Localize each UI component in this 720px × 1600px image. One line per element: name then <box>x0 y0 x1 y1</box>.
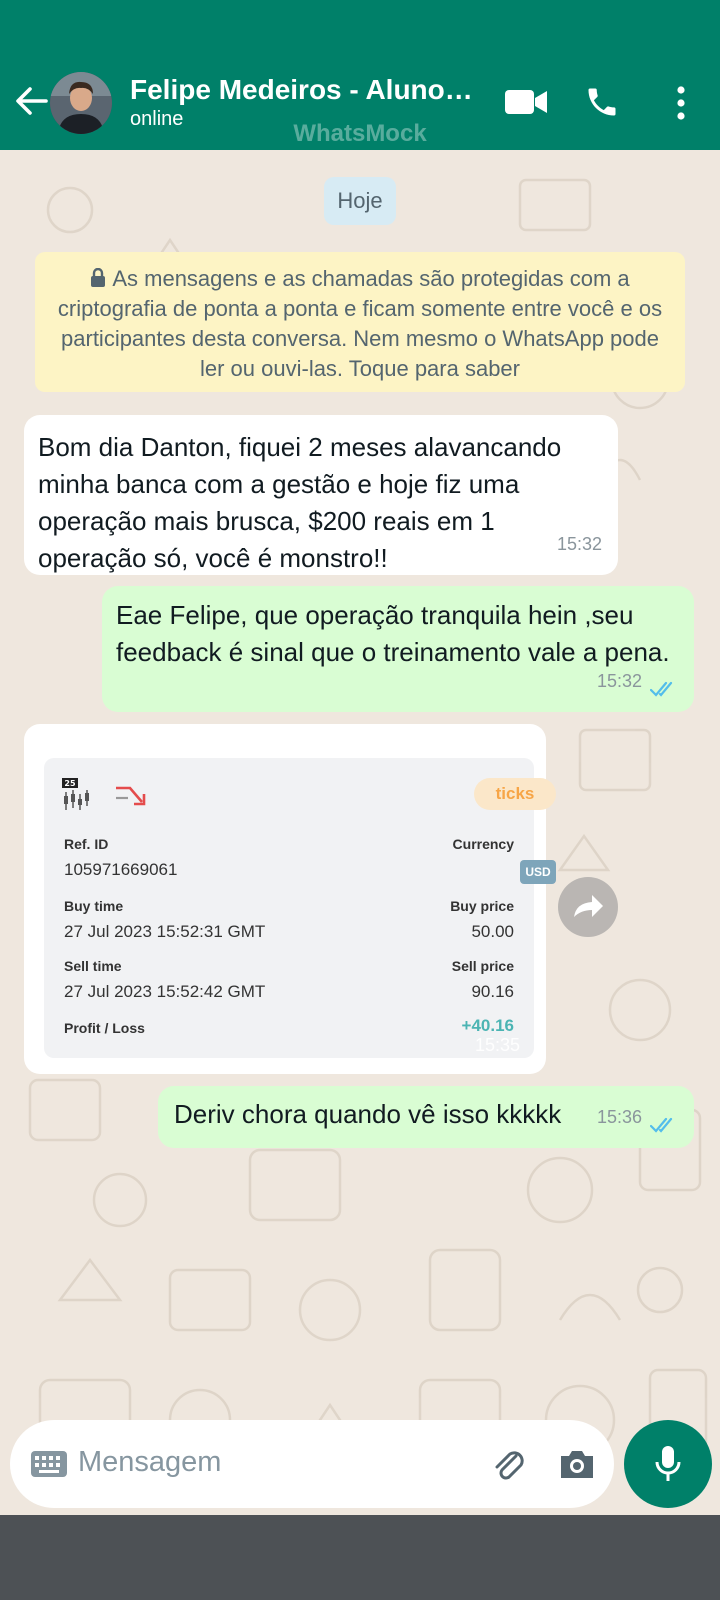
message-time: 15:32 <box>596 671 642 691</box>
phone-icon[interactable] <box>584 83 620 121</box>
camera-icon[interactable] <box>558 1446 596 1482</box>
mic-icon <box>655 1446 681 1481</box>
currency-badge: USD <box>520 860 556 884</box>
sell-time-label: Sell time <box>64 958 122 974</box>
message-bubble-incoming[interactable]: Bom dia Danton, fiquei 2 meses alavancan… <box>24 415 618 575</box>
watermark: WhatsMock <box>293 120 427 147</box>
contract-type-badge: ticks <box>474 778 556 810</box>
sell-price-value: 90.16 <box>471 982 514 1001</box>
encryption-notice[interactable]: As mensagens e as chamadas são protegida… <box>35 252 685 392</box>
chat-area[interactable]: Hoje As mensagens e as chamadas são prot… <box>0 150 720 1515</box>
chart-badge: 25 <box>64 779 76 788</box>
ref-id-value: 105971669061 <box>64 860 178 879</box>
profit-loss-value: +40.16 <box>461 1016 514 1035</box>
read-receipt-icon <box>650 681 673 697</box>
message-time: 15:36 <box>596 1107 642 1127</box>
system-navigation-bar <box>0 1515 720 1600</box>
contact-name[interactable]: Felipe Medeiros - Aluno… <box>130 74 475 106</box>
buy-price-label: Buy price <box>450 898 514 914</box>
ref-id-label: Ref. ID <box>64 836 109 852</box>
forward-icon <box>574 895 603 917</box>
buy-time-value: 27 Jul 2023 15:52:31 GMT <box>64 922 266 941</box>
message-composer[interactable]: Mensagem <box>10 1420 614 1508</box>
forward-button[interactable] <box>558 877 618 937</box>
chat-header: Felipe Medeiros - Aluno… online WhatsMoc… <box>0 0 720 150</box>
read-receipt-icon <box>650 1117 673 1133</box>
more-options-icon[interactable] <box>672 84 690 122</box>
keyboard-icon[interactable] <box>30 1450 68 1478</box>
date-chip: Hoje <box>324 177 396 225</box>
back-arrow-icon[interactable] <box>14 86 48 116</box>
video-call-icon[interactable] <box>504 86 548 118</box>
message-input[interactable]: Mensagem <box>78 1446 221 1479</box>
message-time: 15:32 <box>556 534 602 554</box>
attach-icon[interactable] <box>488 1444 528 1484</box>
image-time: 15:35 <box>474 1035 520 1055</box>
trade-receipt-image[interactable]: 25 ticks Ref. ID 105971669061 Currency U… <box>44 758 556 1058</box>
lock-icon <box>91 267 106 287</box>
message-text: Bom dia Danton, fiquei 2 meses alavancan… <box>38 432 562 573</box>
currency-label: Currency <box>452 836 514 852</box>
message-bubble-outgoing[interactable]: Eae Felipe, que operação tranquila hein … <box>102 586 694 712</box>
buy-price-value: 50.00 <box>471 922 514 941</box>
buy-time-label: Buy time <box>64 898 124 914</box>
message-text: Eae Felipe, que operação tranquila hein … <box>116 600 670 667</box>
sell-price-label: Sell price <box>451 958 514 974</box>
encryption-text: As mensagens e as chamadas são protegida… <box>57 266 663 381</box>
message-bubble-outgoing[interactable]: Deriv chora quando vê isso kkkkk 15:36 <box>158 1086 694 1148</box>
voice-message-button[interactable] <box>624 1420 712 1508</box>
candlestick-chart-icon: 25 <box>62 778 89 810</box>
sell-time-value: 27 Jul 2023 15:52:42 GMT <box>64 982 266 1001</box>
falls-trend-icon <box>116 786 146 806</box>
profit-loss-label: Profit / Loss <box>64 1020 145 1036</box>
